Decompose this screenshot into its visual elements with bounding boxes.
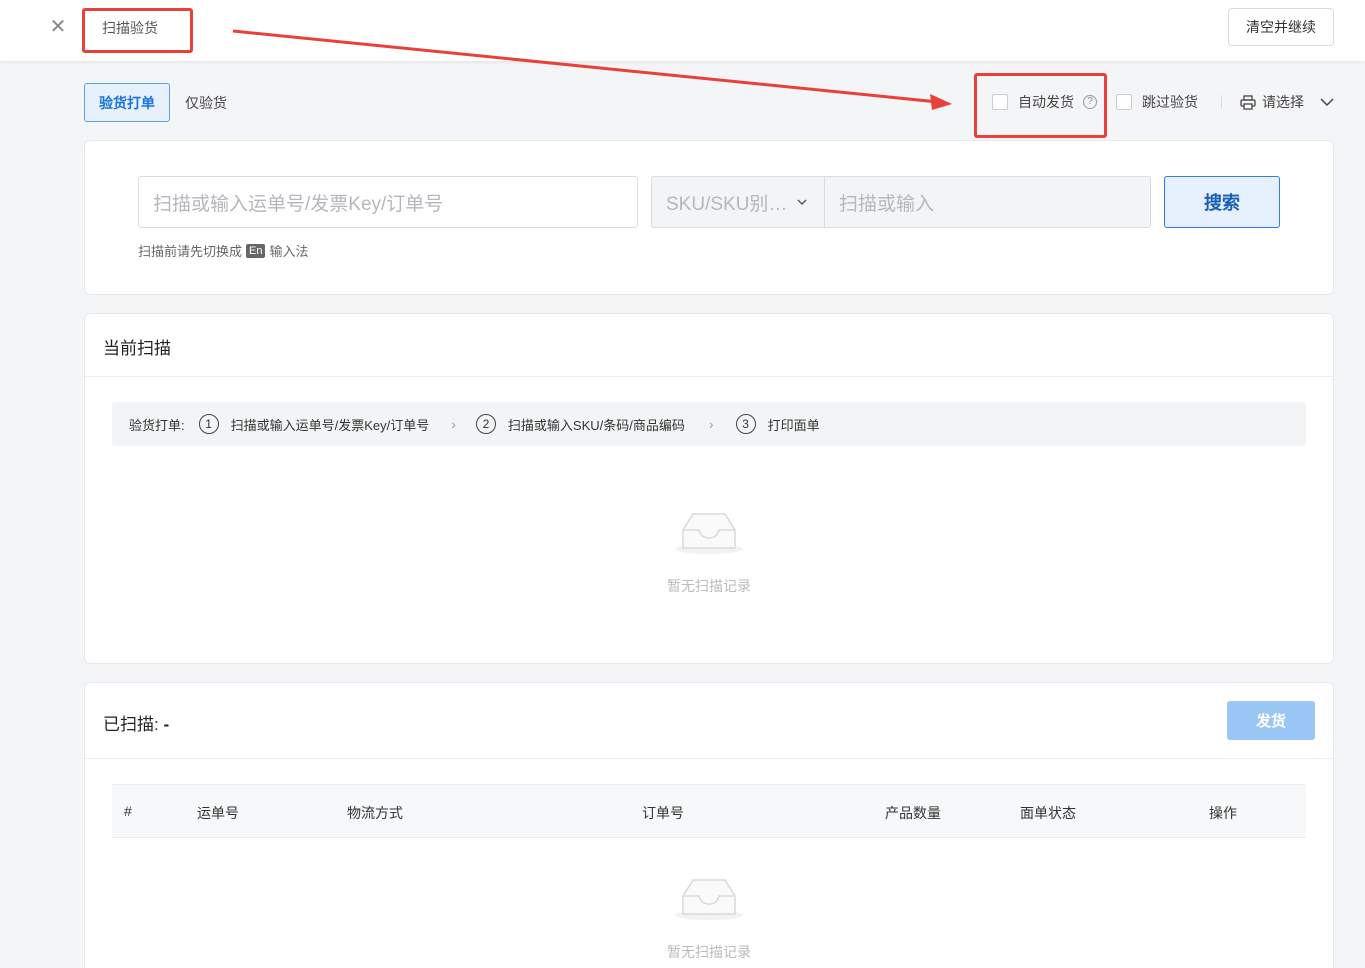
column-header-tracking: 运单号	[197, 805, 239, 821]
column-header-label-status: 面单状态	[1020, 805, 1076, 821]
skip-inspect-label: 跳过验货	[1142, 94, 1198, 110]
column-header-quantity: 产品数量	[885, 805, 941, 821]
current-scan-card	[84, 313, 1334, 664]
hint-text-before: 扫描前请先切换成	[138, 244, 243, 259]
step-number: 3	[735, 414, 756, 434]
step-number: 1	[198, 414, 219, 434]
empty-state-text: 暂无扫描记录	[667, 944, 751, 960]
scanned-table-header: # 运单号 物流方式 订单号 产品数量 面单状态 操作	[112, 784, 1306, 838]
ship-button[interactable]: 发货	[1227, 701, 1315, 740]
sku-type-selected: SKU/SKU别…	[666, 193, 788, 215]
chevron-right-icon: ›	[451, 416, 456, 432]
help-icon[interactable]: ?	[1083, 95, 1097, 109]
auto-ship-label: 自动发货	[1018, 94, 1074, 110]
skip-inspect-option[interactable]: 跳过验货	[1116, 92, 1198, 112]
tab-inspect-and-print[interactable]: 验货打单	[84, 83, 170, 122]
card-divider	[85, 376, 1333, 377]
empty-inbox-icon	[675, 879, 743, 920]
sku-type-select[interactable]: SKU/SKU别…	[651, 176, 825, 228]
scanned-label: 已扫描:	[103, 715, 159, 734]
divider	[1221, 95, 1222, 109]
input-method-hint: 扫描前请先切换成 En 输入法	[138, 241, 309, 260]
empty-inbox-icon	[675, 513, 743, 554]
printer-select[interactable]: 请选择	[1240, 92, 1334, 112]
chevron-down-icon	[1320, 98, 1334, 107]
order-search-input[interactable]: 扫描或输入运单号/发票Key/订单号	[138, 176, 638, 228]
step-number: 2	[475, 414, 496, 434]
scan-steps: 验货打单: 1 扫描或输入运单号/发票Key/订单号 › 2 扫描或输入SKU/…	[112, 402, 1306, 446]
step-text: 扫描或输入运单号/发票Key/订单号	[230, 417, 430, 433]
empty-state-text: 暂无扫描记录	[667, 578, 751, 594]
search-button[interactable]: 搜索	[1164, 176, 1280, 228]
column-header-order: 订单号	[642, 805, 684, 821]
chevron-down-icon	[797, 199, 807, 205]
skip-inspect-checkbox[interactable]	[1116, 94, 1132, 110]
current-scan-title: 当前扫描	[103, 339, 171, 358]
column-header-logistics: 物流方式	[347, 805, 403, 821]
tab-inspect-only[interactable]: 仅验货	[176, 83, 236, 122]
en-badge: En	[246, 243, 266, 258]
hint-text-after: 输入法	[269, 244, 309, 259]
step-text: 打印面单	[767, 417, 820, 433]
scanned-count: -	[163, 715, 170, 734]
printer-icon	[1240, 94, 1256, 110]
auto-ship-checkbox[interactable]	[992, 94, 1008, 110]
sku-search-input[interactable]: 扫描或输入	[824, 176, 1151, 228]
card-divider	[85, 758, 1333, 759]
step-text: 扫描或输入SKU/条码/商品编码	[507, 417, 685, 433]
scanned-title: 已扫描: -	[103, 710, 169, 735]
printer-select-label: 请选择	[1262, 94, 1304, 110]
steps-label: 验货打单:	[129, 417, 185, 433]
chevron-right-icon: ›	[708, 416, 714, 432]
column-header-actions: 操作	[1209, 805, 1237, 821]
column-header-index: #	[124, 803, 132, 819]
auto-ship-option[interactable]: 自动发货 ?	[992, 92, 1097, 112]
